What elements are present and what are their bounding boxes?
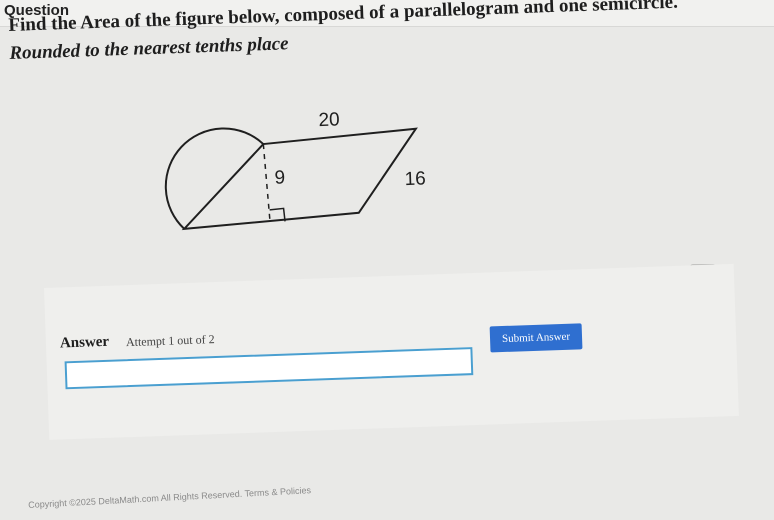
slant-side-label: 16 [404,168,426,190]
question-instruction: Rounded to the nearest tenths place [9,33,289,64]
answer-panel: Answer Attempt 1 out of 2 Submit Answer [44,263,739,440]
answer-label: Answer [59,333,110,352]
answer-input[interactable] [64,347,474,390]
parallelogram-shape [181,127,418,231]
copyright-footer: Copyright ©2025 DeltaMath.com All Rights… [28,485,312,510]
submit-answer-button[interactable]: Submit Answer [489,323,583,353]
attempt-counter: Attempt 1 out of 2 [125,332,215,350]
semicircle-shape [164,127,265,230]
top-side-label: 20 [318,109,340,131]
composite-figure: 20 9 16 [164,109,426,231]
question-prompt: Find the Area of the figure below, compo… [8,0,740,68]
height-dashed-line [262,144,271,222]
height-label: 9 [274,167,285,188]
